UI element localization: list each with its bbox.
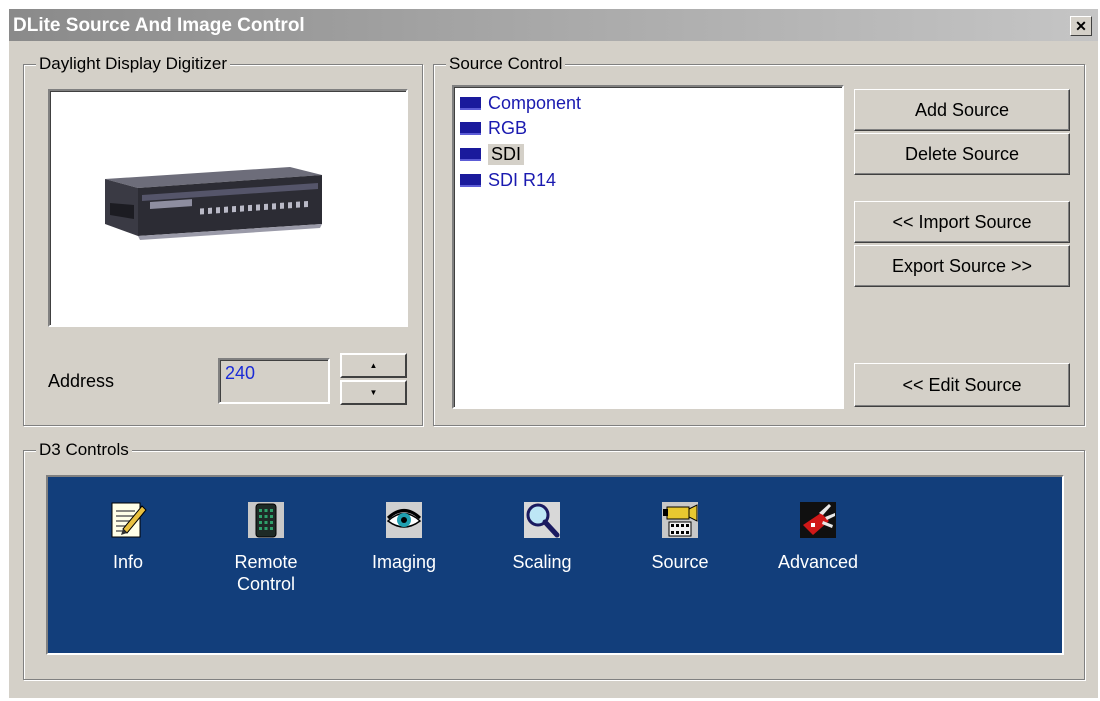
window-title: DLite Source And Image Control — [13, 15, 305, 36]
source-control-legend: Source Control — [446, 54, 566, 74]
notepad-pencil-icon — [109, 501, 147, 539]
info-label: Info — [112, 552, 144, 572]
source-list[interactable]: Component RGB SDI SDI R14 — [452, 85, 844, 409]
digitizer-device-image — [105, 167, 322, 240]
source-monitor-icon — [460, 121, 481, 135]
scaling-tool[interactable]: Scaling — [482, 501, 602, 573]
info-tool[interactable]: Info — [68, 501, 188, 573]
d3-controls-panel: Info Remote Control Imaging Scaling Sour… — [46, 475, 1064, 655]
advanced-label: Advanced — [777, 552, 859, 572]
digitizer-group: Daylight Display Digitizer Address 240 ▲… — [23, 54, 423, 426]
digitizer-group-legend: Daylight Display Digitizer — [36, 54, 231, 74]
source-monitor-icon — [460, 173, 481, 187]
source-control-group: Source Control Component RGB SDI SDI R14… — [433, 54, 1085, 426]
close-button[interactable]: ✕ — [1070, 16, 1092, 36]
list-item[interactable]: RGB — [460, 116, 527, 140]
import-source-button[interactable]: << Import Source — [854, 201, 1070, 243]
arrow-up-icon: ▲ — [369, 361, 378, 370]
address-increment-button[interactable]: ▲ — [340, 353, 407, 378]
address-field[interactable]: 240 — [218, 358, 330, 404]
source-label: Component — [488, 92, 582, 113]
source-label: RGB — [488, 117, 528, 138]
eye-icon — [385, 501, 423, 539]
close-icon: ✕ — [1075, 18, 1087, 34]
swiss-knife-icon — [799, 501, 837, 539]
source-label: SDI R14 — [488, 169, 557, 190]
source-label: Source — [651, 552, 709, 572]
imaging-label: Imaging — [371, 552, 437, 572]
export-source-button[interactable]: Export Source >> — [854, 245, 1070, 287]
list-item[interactable]: Component — [460, 91, 581, 115]
list-item-selected[interactable]: SDI — [460, 142, 525, 166]
remote-control-label: Remote Control — [234, 552, 298, 594]
source-monitor-icon — [460, 96, 481, 110]
title-bar[interactable]: DLite Source And Image Control ✕ — [9, 9, 1098, 41]
scaling-label: Scaling — [512, 552, 572, 572]
d3-controls-legend: D3 Controls — [36, 440, 132, 460]
address-decrement-button[interactable]: ▼ — [340, 380, 407, 405]
delete-source-button[interactable]: Delete Source — [854, 133, 1070, 175]
edit-source-button[interactable]: << Edit Source — [854, 363, 1070, 407]
list-item[interactable]: SDI R14 — [460, 168, 556, 192]
source-label: SDI — [488, 143, 525, 165]
device-preview — [48, 89, 408, 327]
remote-control-icon — [247, 501, 285, 539]
arrow-down-icon: ▼ — [369, 388, 378, 397]
source-monitor-icon — [460, 147, 481, 161]
add-source-button[interactable]: Add Source — [854, 89, 1070, 131]
imaging-tool[interactable]: Imaging — [344, 501, 464, 573]
address-label: Address — [48, 371, 115, 391]
dlite-window: DLite Source And Image Control ✕ Dayligh… — [8, 8, 1098, 698]
d3-controls-group: D3 Controls Info Remote Control Imaging … — [23, 440, 1085, 680]
advanced-tool[interactable]: Advanced — [758, 501, 878, 573]
video-camera-icon — [661, 501, 699, 539]
remote-control-tool[interactable]: Remote Control — [206, 501, 326, 595]
source-tool[interactable]: Source — [620, 501, 740, 573]
magnifier-icon — [523, 501, 561, 539]
